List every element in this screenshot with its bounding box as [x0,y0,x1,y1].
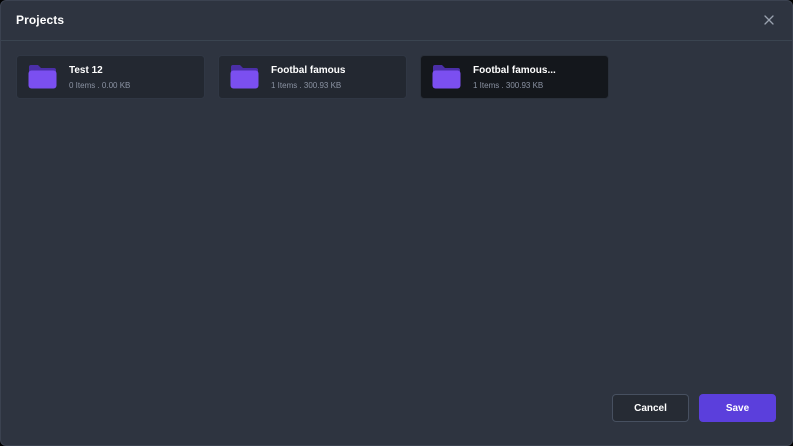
folder-meta: 0 Items . 0.00 KB [69,81,131,90]
close-icon [764,15,774,25]
folder-card-selected[interactable]: Footbal famous... 1 Items . 300.93 KB [420,55,609,99]
folder-icon [27,63,58,90]
close-button[interactable] [762,13,776,27]
cancel-button[interactable]: Cancel [612,394,689,422]
folder-icon [431,63,462,90]
projects-modal: Projects Test 12 0 Items . 0.00 KB Footb… [0,0,793,446]
folder-name: Footbal famous [271,65,346,76]
modal-title: Projects [16,13,65,27]
folder-meta: 1 Items . 300.93 KB [271,81,342,90]
folder-card[interactable]: Footbal famous 1 Items . 300.93 KB [218,55,407,99]
folder-name: Footbal famous... [473,65,556,76]
folder-name: Test 12 [69,65,103,76]
folder-meta: 1 Items . 300.93 KB [473,81,544,90]
modal-header: Projects [1,1,792,41]
folder-card[interactable]: Test 12 0 Items . 0.00 KB [16,55,205,99]
save-button[interactable]: Save [699,394,776,422]
folder-icon [229,63,260,90]
